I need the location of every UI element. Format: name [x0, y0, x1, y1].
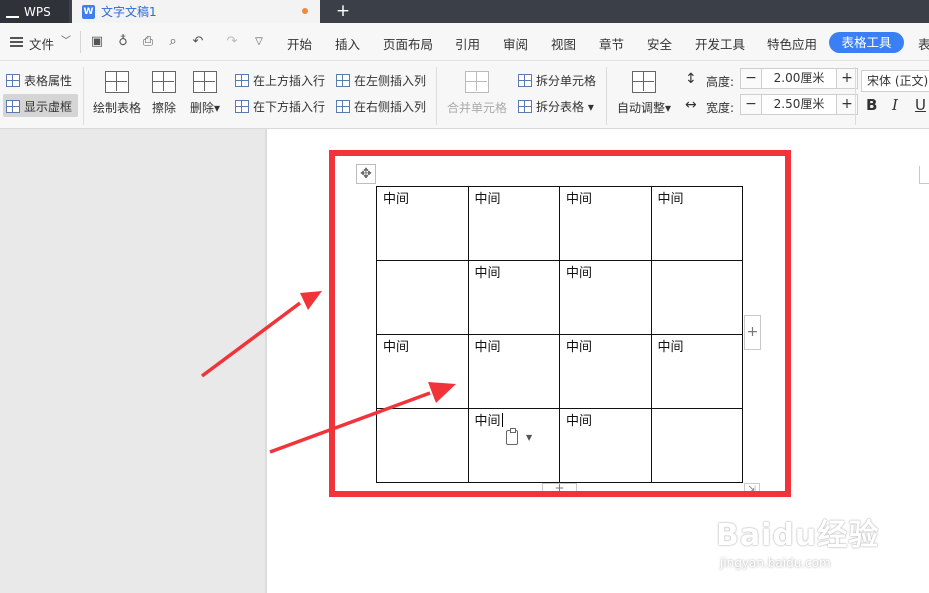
- print-icon[interactable]: ⎙: [140, 34, 156, 50]
- insert-col-right-label: 在右侧插入列: [354, 100, 427, 114]
- bold-button[interactable]: B: [866, 96, 877, 114]
- file-chevron-down-icon[interactable]: ﹀: [58, 34, 74, 50]
- undo-icon[interactable]: ↶: [190, 34, 206, 50]
- split-table-icon: [518, 100, 532, 113]
- underline-button[interactable]: U: [915, 96, 926, 114]
- quick-access-more-icon[interactable]: ▽: [251, 34, 267, 50]
- split-cells-button[interactable]: 拆分单元格: [518, 72, 596, 89]
- font-family-select[interactable]: 宋体 (正文): [861, 70, 929, 92]
- menu-item-insert[interactable]: 插入: [335, 34, 360, 53]
- title-bar: WPS W 文字文稿1 +: [0, 0, 929, 23]
- row-height-icon: ↕: [685, 71, 697, 87]
- insert-row-above-button[interactable]: 在上方插入行: [235, 72, 325, 89]
- col-width-label: 宽度:: [706, 101, 735, 115]
- delete-dropdown-button[interactable]: 删除▾: [190, 71, 220, 116]
- ribbon-divider: [855, 67, 856, 125]
- menu-item-view[interactable]: 视图: [551, 34, 576, 53]
- table-properties-button[interactable]: 表格属性: [6, 72, 72, 89]
- insert-row-below-icon: [235, 100, 249, 113]
- table-properties-icon: [6, 74, 20, 87]
- show-gridlines-button[interactable]: 显示虚框: [6, 98, 72, 115]
- menu-divider: [80, 31, 81, 53]
- annotation-red-frame: [329, 150, 791, 497]
- split-cells-icon: [518, 74, 532, 87]
- insert-row-below-button[interactable]: 在下方插入行: [235, 98, 325, 115]
- hamburger-menu-icon[interactable]: [10, 37, 23, 47]
- draw-table-label: 绘制表格: [93, 101, 142, 115]
- menu-item-features[interactable]: 特色应用: [767, 34, 817, 53]
- wps-logo-icon: [6, 5, 19, 18]
- italic-button[interactable]: I: [892, 96, 898, 114]
- draw-table-button[interactable]: 绘制表格: [93, 71, 141, 116]
- insert-col-left-icon: [336, 74, 350, 87]
- delete-label: 删除▾: [190, 101, 221, 115]
- draw-table-icon: [105, 71, 129, 93]
- col-width-stepper[interactable]: − 2.50厘米 +: [740, 94, 858, 115]
- ribbon-divider: [83, 67, 84, 125]
- col-width-icon: ↔: [685, 97, 697, 113]
- col-width-decrease-button[interactable]: −: [741, 95, 761, 114]
- row-height-input[interactable]: 2.00厘米: [761, 69, 837, 88]
- document-tab-label: 文字文稿1: [101, 5, 157, 19]
- wps-tab-label: WPS: [24, 4, 51, 19]
- insert-col-left-button[interactable]: 在左侧插入列: [336, 72, 426, 89]
- menu-item-review[interactable]: 审阅: [503, 34, 528, 53]
- menu-item-overflow[interactable]: 表: [918, 34, 929, 53]
- ribbon-toolbar: 表格属性 显示虚框 绘制表格 擦除 删除▾ 在上方插入行 在下方插入行 在左侧插…: [0, 61, 929, 129]
- insert-col-left-label: 在左侧插入列: [354, 74, 427, 88]
- ribbon-divider: [606, 67, 607, 125]
- document-tab[interactable]: W 文字文稿1: [72, 0, 320, 23]
- menu-item-references[interactable]: 引用: [455, 34, 480, 53]
- writer-doc-icon: W: [82, 4, 95, 19]
- split-cells-label: 拆分单元格: [536, 74, 597, 88]
- insert-col-right-button[interactable]: 在右侧插入列: [336, 98, 426, 115]
- auto-fit-label: 自动调整▾: [617, 101, 672, 115]
- page-margin-corner-mark: [919, 166, 929, 184]
- merge-cells-button[interactable]: 合并单元格: [447, 71, 507, 116]
- menu-item-section[interactable]: 章节: [599, 34, 624, 53]
- unsaved-dot-icon: [302, 8, 308, 14]
- row-height-label: 高度:: [706, 75, 735, 89]
- split-table-button[interactable]: 拆分表格 ▾: [518, 98, 594, 115]
- col-width-increase-button[interactable]: +: [837, 95, 857, 114]
- format-painter-icon[interactable]: ♁: [115, 34, 131, 50]
- menu-item-home[interactable]: 开始: [287, 34, 312, 53]
- row-height-decrease-button[interactable]: −: [741, 69, 761, 88]
- erase-label: 擦除: [152, 101, 177, 115]
- insert-col-right-icon: [336, 100, 350, 113]
- menu-item-security[interactable]: 安全: [647, 34, 672, 53]
- menu-item-page-layout[interactable]: 页面布局: [383, 34, 433, 53]
- menu-bar: 文件 ﹀ ▣ ♁ ⎙ ⌕ ↶ ↷ ▽ 开始 插入 页面布局 引用 审阅 视图 章…: [0, 23, 929, 61]
- insert-row-below-label: 在下方插入行: [253, 100, 326, 114]
- print-preview-icon[interactable]: ⌕: [165, 34, 181, 50]
- merge-cells-icon: [465, 71, 489, 93]
- row-height-increase-button[interactable]: +: [837, 69, 857, 88]
- ribbon-divider: [436, 67, 437, 125]
- auto-fit-dropdown-button[interactable]: 自动调整▾: [617, 71, 671, 116]
- table-properties-label: 表格属性: [24, 74, 73, 88]
- baidu-watermark: Baidu经验: [716, 518, 880, 553]
- delete-table-icon: [193, 71, 218, 93]
- merge-cells-label: 合并单元格: [447, 101, 508, 115]
- menu-item-table-tools[interactable]: 表格工具: [829, 32, 904, 53]
- menu-item-developer[interactable]: 开发工具: [695, 34, 745, 53]
- new-tab-plus-icon[interactable]: +: [333, 1, 353, 21]
- redo-icon[interactable]: ↷: [224, 34, 240, 50]
- insert-row-above-icon: [235, 74, 249, 87]
- gridlines-icon: [6, 100, 20, 113]
- split-table-label: 拆分表格 ▾: [536, 100, 594, 114]
- baidu-watermark-url: jingyan.baidu.com: [720, 556, 831, 570]
- auto-fit-icon: [632, 71, 657, 93]
- erase-button[interactable]: 擦除: [152, 71, 176, 116]
- wps-home-tab[interactable]: WPS: [0, 0, 69, 23]
- row-height-stepper[interactable]: − 2.00厘米 +: [740, 68, 858, 89]
- insert-row-above-label: 在上方插入行: [253, 74, 326, 88]
- show-gridlines-label: 显示虚框: [24, 100, 73, 114]
- col-width-input[interactable]: 2.50厘米: [761, 95, 837, 114]
- save-icon[interactable]: ▣: [89, 34, 105, 50]
- eraser-icon: [152, 71, 176, 93]
- menu-file[interactable]: 文件: [29, 34, 54, 53]
